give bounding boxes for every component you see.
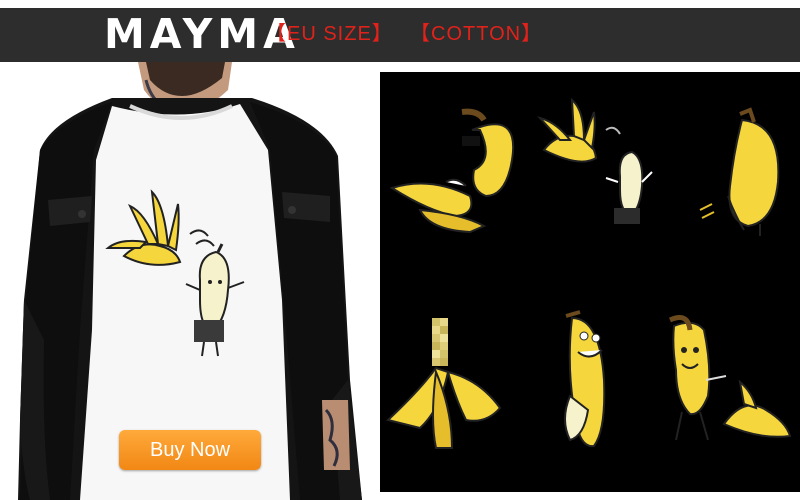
buy-now-button[interactable]: Buy Now xyxy=(119,430,261,470)
design-gallery xyxy=(380,72,800,492)
eu-size-tag: 【EU SIZE】 xyxy=(266,23,393,45)
cotton-tag: 【COTTON】 xyxy=(410,23,543,45)
